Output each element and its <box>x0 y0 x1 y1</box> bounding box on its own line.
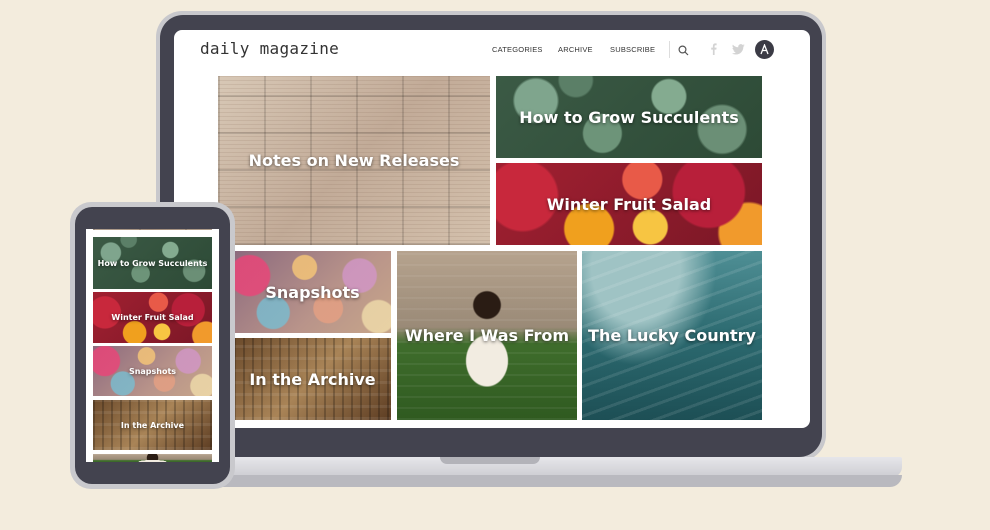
nav-subscribe[interactable]: SUBSCRIBE <box>610 45 655 54</box>
tile-title: How to Grow Succulents <box>97 258 208 268</box>
phone-tile-partial-bottom <box>93 454 212 462</box>
phone-tile-snapshots[interactable]: Snapshots <box>93 346 212 396</box>
portrait-image <box>93 454 212 462</box>
tile-title: Snapshots <box>128 366 177 376</box>
tile-where-i-was-from[interactable]: Where I Was From <box>397 251 577 420</box>
brand-a-icon[interactable] <box>755 40 774 59</box>
tile-in-the-archive[interactable]: In the Archive <box>234 338 391 420</box>
twitter-icon[interactable] <box>731 42 745 56</box>
search-icon[interactable] <box>676 43 690 57</box>
laptop-screen: daily magazine CATEGORIES ARCHIVE SUBSCR… <box>174 30 810 428</box>
phone-tile-winter-fruit-salad[interactable]: Winter Fruit Salad <box>93 292 212 343</box>
phone-screen: How to Grow Succulents Winter Fruit Sala… <box>86 229 219 462</box>
tile-title: In the Archive <box>249 369 376 389</box>
tile-title: Where I Was From <box>404 326 570 345</box>
tile-snapshots[interactable]: Snapshots <box>234 251 391 333</box>
phone-tile-partial-top <box>93 229 212 230</box>
tile-title: How to Grow Succulents <box>519 107 739 127</box>
laptop-base-shadow <box>160 475 902 487</box>
tile-how-to-grow-succulents[interactable]: How to Grow Succulents <box>496 76 762 158</box>
phone-tile-in-the-archive[interactable]: In the Archive <box>93 400 212 450</box>
laptop-notch <box>440 457 540 464</box>
nav-categories[interactable]: CATEGORIES <box>492 45 543 54</box>
nav-archive[interactable]: ARCHIVE <box>558 45 593 54</box>
nav-divider <box>669 41 670 58</box>
tile-title: Winter Fruit Salad <box>546 194 712 214</box>
tile-title: In the Archive <box>120 420 185 430</box>
tile-title: Notes on New Releases <box>248 151 460 170</box>
tile-title: Snapshots <box>265 282 360 302</box>
phone-tile-how-to-grow-succulents[interactable]: How to Grow Succulents <box>93 237 212 289</box>
tile-winter-fruit-salad[interactable]: Winter Fruit Salad <box>496 163 762 245</box>
site-logo[interactable]: daily magazine <box>200 39 339 58</box>
site-header: daily magazine CATEGORIES ARCHIVE SUBSCR… <box>174 30 810 74</box>
facebook-icon[interactable] <box>707 42 719 56</box>
tile-title: Winter Fruit Salad <box>111 313 194 322</box>
tile-the-lucky-country[interactable]: The Lucky Country <box>582 251 762 420</box>
tile-notes-on-new-releases[interactable]: Notes on New Releases <box>218 76 490 245</box>
books-image <box>93 229 212 230</box>
tile-title: The Lucky Country <box>588 326 756 345</box>
